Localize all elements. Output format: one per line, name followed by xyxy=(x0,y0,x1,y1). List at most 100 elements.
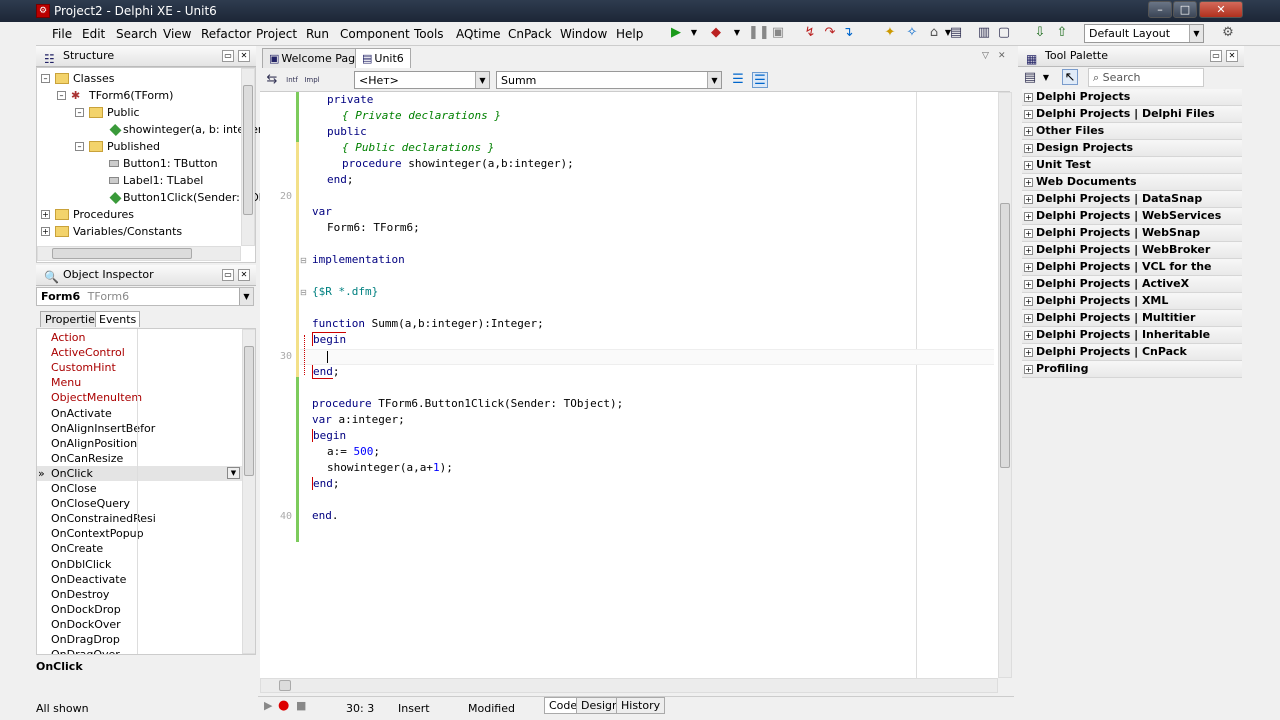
palette-category[interactable]: + Delphi Projects | CnPack xyxy=(1022,344,1242,361)
inspector-vscroll[interactable] xyxy=(242,329,255,654)
expand-icon[interactable]: + xyxy=(41,210,50,219)
expand-icon[interactable]: + xyxy=(1024,314,1033,323)
palette-search[interactable]: ⌕ Search xyxy=(1088,68,1204,87)
menu-window[interactable]: Window xyxy=(560,27,607,41)
palette-category[interactable]: +Delphi Projects | DataSnap Server xyxy=(1022,191,1242,221)
implementation-icon[interactable]: Impl xyxy=(304,72,320,88)
expand-icon[interactable]: + xyxy=(1024,280,1033,289)
collapse-icon[interactable]: – xyxy=(75,142,84,151)
open-icon[interactable]: ✧ xyxy=(904,25,920,41)
palette-category[interactable]: + Other Files xyxy=(1022,123,1242,140)
structure-vscroll[interactable] xyxy=(241,68,255,246)
close-tab-icon[interactable]: ✕ xyxy=(998,51,1006,61)
toggle-icon[interactable]: ⇆ xyxy=(264,72,280,88)
object-selector[interactable]: Form6 TForm6 ▼ xyxy=(36,287,254,306)
event-row[interactable]: OnAlignPosition xyxy=(37,436,243,451)
scroll-thumb[interactable] xyxy=(243,85,253,215)
tab-events[interactable]: Events xyxy=(95,311,141,327)
event-row[interactable]: OnDragOver xyxy=(37,647,243,654)
event-row[interactable]: OnClose xyxy=(37,481,243,496)
stop-icon[interactable]: ▣ xyxy=(770,25,786,41)
chevron-down-icon[interactable]: ▼ xyxy=(475,72,489,88)
palette-category[interactable]: + Delphi Projects | Delphi Files xyxy=(1022,106,1242,123)
event-row[interactable]: OnDockOver xyxy=(37,617,243,632)
debug-run-icon[interactable]: ◆ xyxy=(708,25,724,41)
play-macro-icon[interactable]: ▶ xyxy=(264,699,272,712)
menu-aqtime[interactable]: AQtime xyxy=(456,27,501,41)
expand-icon[interactable]: + xyxy=(1024,93,1033,102)
event-row[interactable]: ObjectMenuItem xyxy=(37,390,243,405)
menu-search[interactable]: Search xyxy=(116,27,157,41)
scroll-thumb[interactable] xyxy=(244,346,254,476)
pin-icon[interactable]: ▭ xyxy=(222,269,234,281)
palette-category[interactable]: +Delphi Projects | Inheritable Items xyxy=(1022,327,1242,357)
palette-category[interactable]: + Delphi Projects | WebSnap xyxy=(1022,225,1242,242)
event-row[interactable]: CustomHint xyxy=(37,360,243,375)
expand-icon[interactable]: + xyxy=(1024,365,1033,374)
event-row[interactable]: OnDestroy xyxy=(37,587,243,602)
expand-icon[interactable]: + xyxy=(1024,127,1033,136)
menu-run[interactable]: Run xyxy=(306,27,329,41)
method-combo[interactable]: Summ ▼ xyxy=(496,71,722,89)
close-button[interactable]: ✕ xyxy=(1199,1,1243,18)
palette-category[interactable]: +Delphi Projects | VCL for the Web xyxy=(1022,259,1242,289)
save-layout-icon[interactable]: ⚙ xyxy=(1220,25,1236,41)
tab-welcome-page[interactable]: ▣ Welcome Page xyxy=(262,48,369,68)
collapse-icon[interactable]: – xyxy=(41,74,50,83)
maximize-button[interactable]: □ xyxy=(1173,1,1197,18)
palette-category[interactable]: + Profiling xyxy=(1022,361,1242,378)
event-row[interactable]: OnClick » ▼ xyxy=(37,465,243,481)
menu-tools[interactable]: Tools xyxy=(414,27,444,41)
event-row[interactable]: OnDeactivate xyxy=(37,572,243,587)
chevron-down-icon[interactable]: ▼ xyxy=(227,466,240,479)
menu-help[interactable]: Help xyxy=(616,27,643,41)
categories-dropdown-icon[interactable]: ▼ xyxy=(1038,70,1054,86)
menu-refactor[interactable]: Refactor xyxy=(201,27,251,41)
editor-vscroll[interactable] xyxy=(998,92,1012,678)
event-row[interactable]: OnAlignInsertBefor xyxy=(37,421,243,436)
align-left-icon[interactable]: ☰ xyxy=(730,72,746,88)
palette-category[interactable]: + Delphi Projects | XML xyxy=(1022,293,1242,310)
event-row[interactable]: Action xyxy=(37,330,243,345)
code-editor[interactable]: 20 30 40 private { Private declarations … xyxy=(260,92,998,678)
palette-category[interactable]: + Delphi Projects | WebServices xyxy=(1022,208,1242,225)
palette-category[interactable]: + Design Projects xyxy=(1022,140,1242,157)
add-to-project-icon[interactable]: ⇩ xyxy=(1032,25,1048,41)
menu-cnpack[interactable]: CnPack xyxy=(508,27,552,41)
menu-view[interactable]: View xyxy=(163,27,191,41)
class-combo[interactable]: <Нет> ▼ xyxy=(354,71,490,89)
save-icon[interactable]: ▤ xyxy=(948,25,964,41)
close-icon[interactable]: ✕ xyxy=(1226,50,1238,62)
tab-dropdown-icon[interactable]: ▽ xyxy=(982,51,989,61)
expand-icon[interactable]: + xyxy=(41,227,50,236)
event-row[interactable]: OnDblClick xyxy=(37,557,243,572)
run-dropdown-icon[interactable]: ▼ xyxy=(686,25,702,41)
menu-project[interactable]: Project xyxy=(256,27,297,41)
editor-hscroll[interactable] xyxy=(260,678,998,693)
fold-icon[interactable]: ⊟ xyxy=(300,288,307,297)
pointer-icon[interactable]: ↖ xyxy=(1062,69,1078,85)
palette-category[interactable]: + Delphi Projects xyxy=(1022,89,1242,106)
expand-icon[interactable]: + xyxy=(1024,144,1033,153)
collapse-icon[interactable]: – xyxy=(75,108,84,117)
palette-category[interactable]: + Delphi Projects | ActiveX xyxy=(1022,276,1242,293)
pause-icon[interactable]: ❚❚ xyxy=(748,25,770,41)
chevron-down-icon[interactable]: ▼ xyxy=(707,72,721,88)
event-row[interactable]: OnCreate xyxy=(37,541,243,556)
step-into-icon[interactable]: ↯ xyxy=(802,25,818,41)
scroll-thumb[interactable] xyxy=(1000,203,1010,468)
align-center-icon[interactable]: ☰ xyxy=(752,72,768,88)
expand-icon[interactable]: + xyxy=(1024,331,1033,340)
stop-macro-icon[interactable]: ■ xyxy=(296,699,306,712)
event-row[interactable]: OnDragDrop xyxy=(37,632,243,647)
palette-category[interactable]: + Unit Test xyxy=(1022,157,1242,174)
event-row[interactable]: OnCloseQuery xyxy=(37,496,243,511)
event-row[interactable]: OnDockDrop xyxy=(37,602,243,617)
debug-dropdown-icon[interactable]: ▼ xyxy=(729,25,745,41)
expand-icon[interactable]: + xyxy=(1024,195,1033,204)
tab-unit6[interactable]: ▤ Unit6 xyxy=(355,48,411,68)
menu-edit[interactable]: Edit xyxy=(82,27,105,41)
minimize-button[interactable]: – xyxy=(1148,1,1172,18)
expand-icon[interactable]: + xyxy=(1024,229,1033,238)
remove-from-project-icon[interactable]: ⇧ xyxy=(1054,25,1070,41)
